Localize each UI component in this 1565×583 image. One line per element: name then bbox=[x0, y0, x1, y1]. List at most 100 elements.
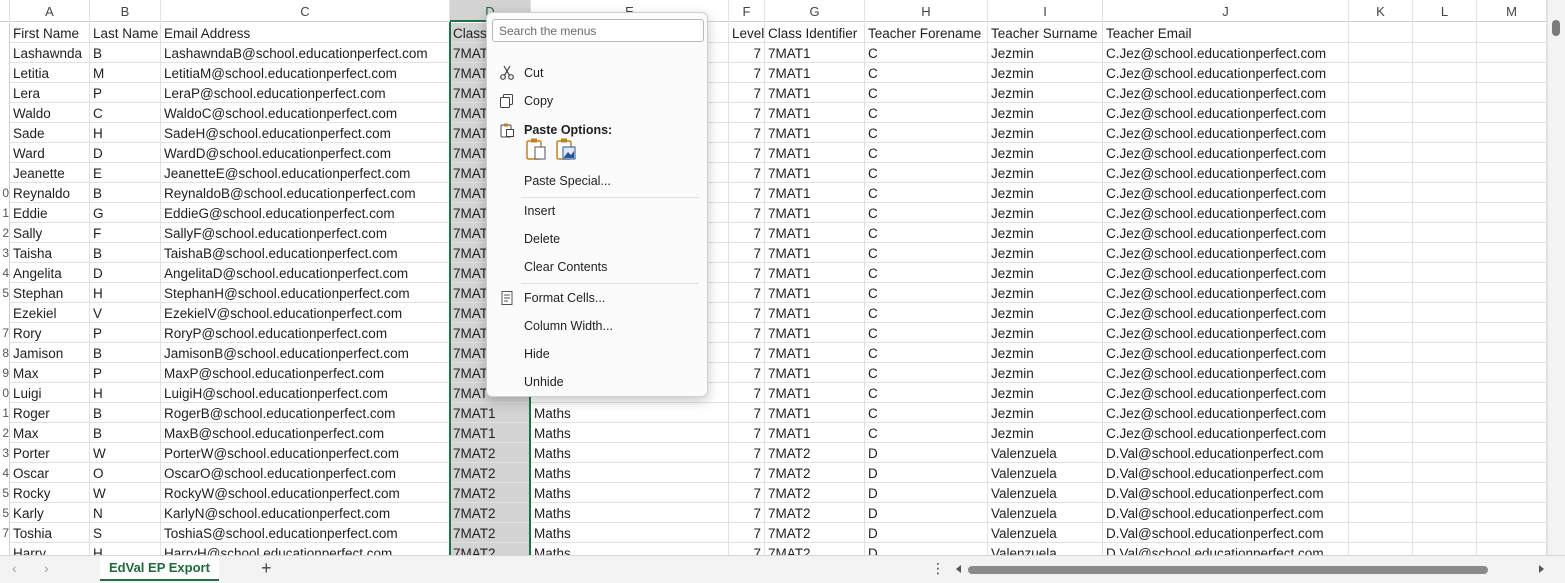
table-cell[interactable]: 7MAT2 bbox=[765, 483, 865, 503]
header-cell[interactable]: Last Name bbox=[90, 23, 161, 43]
table-cell[interactable]: C bbox=[865, 223, 988, 243]
table-cell[interactable]: B bbox=[90, 423, 161, 443]
table-cell[interactable] bbox=[1349, 483, 1413, 503]
table-cell[interactable]: 7MAT2 bbox=[450, 503, 531, 523]
table-cell[interactable] bbox=[1413, 83, 1477, 103]
table-cell[interactable] bbox=[1413, 323, 1477, 343]
table-cell[interactable]: C.Jez@school.educationperfect.com bbox=[1103, 203, 1349, 223]
table-cell[interactable]: 7 bbox=[729, 383, 765, 403]
table-cell[interactable]: 7MAT1 bbox=[765, 183, 865, 203]
horizontal-scroll-thumb[interactable] bbox=[968, 566, 1488, 574]
table-cell[interactable]: 7MAT1 bbox=[765, 423, 865, 443]
table-cell[interactable] bbox=[1413, 423, 1477, 443]
table-cell[interactable]: 7 bbox=[729, 143, 765, 163]
table-cell[interactable]: C.Jez@school.educationperfect.com bbox=[1103, 283, 1349, 303]
table-cell[interactable]: Jezmin bbox=[988, 203, 1103, 223]
table-cell[interactable]: C.Jez@school.educationperfect.com bbox=[1103, 383, 1349, 403]
column-header-a[interactable]: A bbox=[10, 0, 90, 22]
table-cell[interactable]: 7MAT1 bbox=[765, 83, 865, 103]
table-cell[interactable] bbox=[1413, 523, 1477, 543]
table-cell[interactable]: 7MAT2 bbox=[450, 443, 531, 463]
column-header-g[interactable]: G bbox=[765, 0, 865, 22]
row-header[interactable]: 1 bbox=[0, 403, 10, 423]
horizontal-scrollbar[interactable] bbox=[955, 563, 1545, 575]
table-cell[interactable]: 7MAT1 bbox=[765, 383, 865, 403]
table-cell[interactable] bbox=[1349, 303, 1413, 323]
table-cell[interactable] bbox=[1477, 263, 1547, 283]
table-cell[interactable]: PorterW@school.educationperfect.com bbox=[161, 443, 450, 463]
menu-item-unhide[interactable]: Unhide bbox=[487, 370, 707, 394]
table-cell[interactable]: 7MAT1 bbox=[765, 343, 865, 363]
table-cell[interactable] bbox=[1349, 363, 1413, 383]
table-cell[interactable] bbox=[1477, 83, 1547, 103]
table-cell[interactable]: 7 bbox=[729, 243, 765, 263]
table-cell[interactable]: Maths bbox=[531, 543, 729, 555]
table-cell[interactable] bbox=[1477, 363, 1547, 383]
table-cell[interactable]: 7 bbox=[729, 423, 765, 443]
table-cell[interactable]: 7 bbox=[729, 283, 765, 303]
table-cell[interactable]: C.Jez@school.educationperfect.com bbox=[1103, 63, 1349, 83]
table-cell[interactable]: 7MAT1 bbox=[450, 423, 531, 443]
header-cell[interactable] bbox=[1477, 23, 1547, 43]
table-cell[interactable]: 7MAT1 bbox=[450, 403, 531, 423]
table-cell[interactable]: RogerB@school.educationperfect.com bbox=[161, 403, 450, 423]
table-cell[interactable]: ToshiaS@school.educationperfect.com bbox=[161, 523, 450, 543]
table-cell[interactable]: Jezmin bbox=[988, 143, 1103, 163]
column-header-k[interactable]: K bbox=[1349, 0, 1413, 22]
table-cell[interactable]: 7MAT1 bbox=[765, 123, 865, 143]
table-cell[interactable] bbox=[1477, 63, 1547, 83]
column-header-i[interactable]: I bbox=[988, 0, 1103, 22]
table-cell[interactable] bbox=[1349, 123, 1413, 143]
table-cell[interactable]: SallyF@school.educationperfect.com bbox=[161, 223, 450, 243]
row-header[interactable]: 1 bbox=[0, 203, 10, 223]
table-cell[interactable]: Sally bbox=[10, 223, 90, 243]
table-cell[interactable]: C bbox=[865, 263, 988, 283]
table-cell[interactable]: M bbox=[90, 63, 161, 83]
header-cell[interactable]: Teacher Forename bbox=[865, 23, 988, 43]
table-cell[interactable]: C bbox=[865, 423, 988, 443]
table-cell[interactable]: F bbox=[90, 223, 161, 243]
row-header[interactable]: 5 bbox=[0, 283, 10, 303]
table-cell[interactable]: LashawndaB@school.educationperfect.com bbox=[161, 43, 450, 63]
table-cell[interactable]: 7MAT2 bbox=[765, 543, 865, 555]
table-cell[interactable]: Valenzuela bbox=[988, 483, 1103, 503]
menu-search-input[interactable] bbox=[492, 19, 704, 42]
sheet-tab-active[interactable]: EdVal EP Export bbox=[100, 556, 219, 581]
column-header-b[interactable]: B bbox=[90, 0, 161, 22]
table-cell[interactable]: 7MAT1 bbox=[765, 103, 865, 123]
table-cell[interactable] bbox=[1413, 203, 1477, 223]
table-cell[interactable] bbox=[1477, 43, 1547, 63]
table-cell[interactable]: C bbox=[865, 283, 988, 303]
table-cell[interactable]: D.Val@school.educationperfect.com bbox=[1103, 463, 1349, 483]
table-cell[interactable] bbox=[1477, 403, 1547, 423]
table-cell[interactable]: C.Jez@school.educationperfect.com bbox=[1103, 103, 1349, 123]
table-cell[interactable]: Max bbox=[10, 423, 90, 443]
table-cell[interactable]: LetitiaM@school.educationperfect.com bbox=[161, 63, 450, 83]
table-cell[interactable] bbox=[1413, 223, 1477, 243]
table-cell[interactable]: Ward bbox=[10, 143, 90, 163]
column-header-f[interactable]: F bbox=[729, 0, 765, 22]
row-header[interactable]: 3 bbox=[0, 443, 10, 463]
header-cell[interactable]: Level bbox=[729, 23, 765, 43]
row-header[interactable]: 0 bbox=[0, 383, 10, 403]
table-cell[interactable] bbox=[1349, 283, 1413, 303]
table-cell[interactable] bbox=[1349, 43, 1413, 63]
table-cell[interactable]: Maths bbox=[531, 443, 729, 463]
table-cell[interactable] bbox=[1349, 243, 1413, 263]
table-cell[interactable]: 7 bbox=[729, 263, 765, 283]
vertical-scrollbar[interactable] bbox=[1547, 0, 1565, 555]
table-cell[interactable]: W bbox=[90, 443, 161, 463]
table-cell[interactable]: D.Val@school.educationperfect.com bbox=[1103, 443, 1349, 463]
table-cell[interactable] bbox=[1477, 143, 1547, 163]
table-cell[interactable] bbox=[1413, 363, 1477, 383]
add-sheet-button[interactable]: + bbox=[261, 558, 272, 579]
row-header[interactable]: 2 bbox=[0, 423, 10, 443]
table-cell[interactable]: Letitia bbox=[10, 63, 90, 83]
table-cell[interactable]: H bbox=[90, 543, 161, 555]
table-cell[interactable]: KarlyN@school.educationperfect.com bbox=[161, 503, 450, 523]
row-header[interactable]: 5 bbox=[0, 503, 10, 523]
table-cell[interactable]: 7MAT1 bbox=[765, 403, 865, 423]
table-cell[interactable]: 7MAT1 bbox=[765, 203, 865, 223]
table-cell[interactable]: Maths bbox=[531, 403, 729, 423]
table-cell[interactable]: 7MAT2 bbox=[765, 463, 865, 483]
